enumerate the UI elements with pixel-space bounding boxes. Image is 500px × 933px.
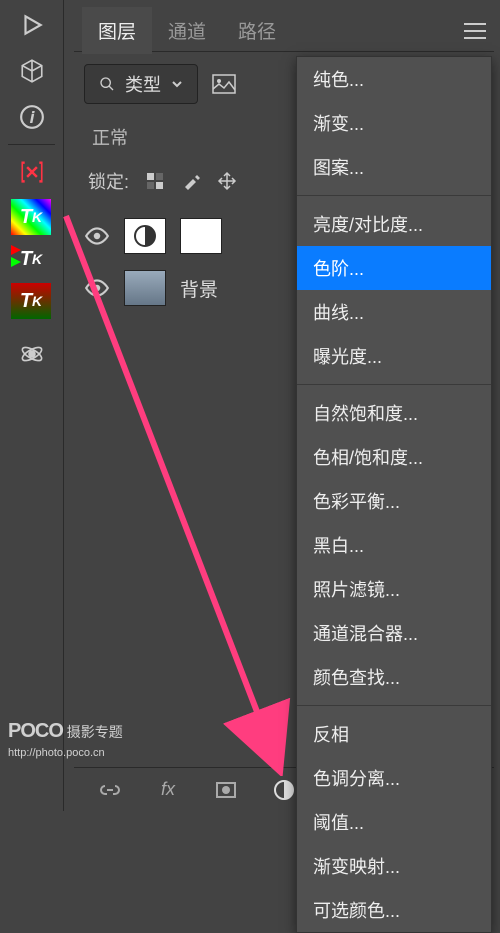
lock-transparent-icon[interactable] <box>145 171 165 191</box>
menu-curves[interactable]: 曲线... <box>297 290 491 334</box>
menu-black-white[interactable]: 黑白... <box>297 523 491 567</box>
watermark-url: http://photo.poco.cn <box>8 747 105 759</box>
tk-redgreen-icon[interactable]: TK <box>11 283 51 319</box>
menu-exposure[interactable]: 曝光度... <box>297 334 491 378</box>
menu-brightness-contrast[interactable]: 亮度/对比度... <box>297 202 491 246</box>
watermark-sub: 摄影专题 <box>67 724 123 740</box>
visibility-eye-icon[interactable] <box>84 275 110 301</box>
menu-hue-saturation[interactable]: 色相/饱和度... <box>297 435 491 479</box>
menu-posterize[interactable]: 色调分离... <box>297 756 491 800</box>
atom-icon[interactable] <box>7 333 57 375</box>
visibility-eye-icon[interactable] <box>84 223 110 249</box>
tab-layers[interactable]: 图层 <box>82 7 152 54</box>
lock-label: 锁定: <box>88 168 129 194</box>
mask-icon[interactable] <box>212 776 240 804</box>
tab-channels[interactable]: 通道 <box>152 7 222 54</box>
brackets-x-icon[interactable] <box>7 151 57 193</box>
menu-photo-filter[interactable]: 照片滤镜... <box>297 567 491 611</box>
adjustment-layer-menu: 纯色... 渐变... 图案... 亮度/对比度... 色阶... 曲线... … <box>296 56 492 933</box>
watermark-brand: POCO <box>8 720 63 742</box>
menu-solid-color[interactable]: 纯色... <box>297 57 491 101</box>
menu-selective-color[interactable]: 可选颜色... <box>297 888 491 932</box>
play-icon[interactable] <box>7 4 57 46</box>
menu-pattern[interactable]: 图案... <box>297 145 491 189</box>
menu-channel-mixer[interactable]: 通道混合器... <box>297 611 491 655</box>
svg-text:i: i <box>30 109 34 126</box>
lock-brush-icon[interactable] <box>181 171 201 191</box>
menu-gradient[interactable]: 渐变... <box>297 101 491 145</box>
layer-name: 背景 <box>180 275 218 302</box>
menu-gradient-map[interactable]: 渐变映射... <box>297 844 491 888</box>
filter-type-dropdown[interactable]: 类型 <box>84 64 198 104</box>
image-filter-icon[interactable] <box>212 74 236 94</box>
chevron-down-icon <box>171 78 183 90</box>
image-thumb <box>124 270 166 306</box>
menu-invert[interactable]: 反相 <box>297 712 491 756</box>
tk-rainbow-icon[interactable]: TK <box>11 199 51 235</box>
fx-icon[interactable]: fx <box>154 776 182 804</box>
tab-paths[interactable]: 路径 <box>222 7 292 54</box>
menu-vibrance[interactable]: 自然饱和度... <box>297 391 491 435</box>
adjustment-layer-icon[interactable] <box>270 776 298 804</box>
adjustment-thumb <box>124 218 166 254</box>
info-icon[interactable]: i <box>7 96 57 138</box>
link-layers-icon[interactable] <box>96 776 124 804</box>
watermark: POCO 摄影专题 http://photo.poco.cn <box>8 720 123 759</box>
menu-color-balance[interactable]: 色彩平衡... <box>297 479 491 523</box>
lock-position-icon[interactable] <box>217 171 237 191</box>
cube-icon[interactable] <box>7 50 57 92</box>
mask-thumb <box>180 218 222 254</box>
tk-arrows-icon[interactable]: TK <box>11 241 51 277</box>
menu-color-lookup[interactable]: 颜色查找... <box>297 655 491 699</box>
filter-type-label: 类型 <box>125 71 161 97</box>
menu-levels[interactable]: 色阶... <box>297 246 491 290</box>
panel-menu-icon[interactable] <box>464 22 486 45</box>
menu-threshold[interactable]: 阈值... <box>297 800 491 844</box>
